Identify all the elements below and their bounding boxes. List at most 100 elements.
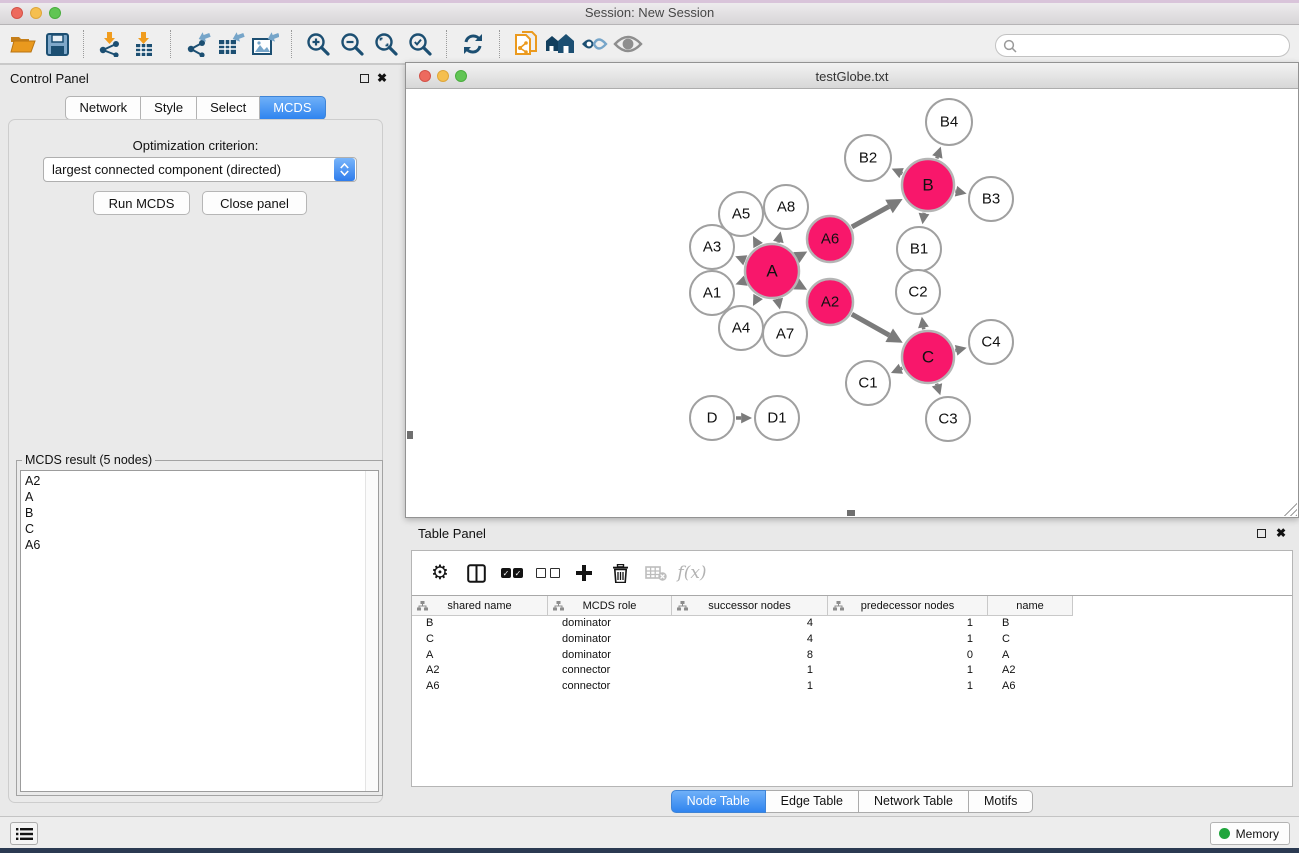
cell-shared-name[interactable]: B	[412, 616, 548, 632]
table-row[interactable]: Cdominator41C	[412, 632, 1292, 648]
deselect-all-columns-icon[interactable]	[530, 558, 566, 588]
tab-style[interactable]: Style	[141, 96, 197, 120]
node-label-A8: A8	[777, 199, 795, 216]
cell-MCDS-role[interactable]: connector	[548, 679, 672, 695]
column-header-MCDS-role[interactable]: MCDS role	[548, 596, 672, 616]
show-graphics-details-icon[interactable]	[577, 29, 611, 59]
memory-button[interactable]: Memory	[1210, 822, 1290, 845]
cell-shared-name[interactable]: C	[412, 632, 548, 648]
network-window-titlebar[interactable]: testGlobe.txt	[406, 63, 1298, 89]
delete-column-icon[interactable]	[602, 558, 638, 588]
task-history-button[interactable]	[10, 822, 38, 845]
optimization-criterion-dropdown[interactable]: largest connected component (directed)	[43, 157, 357, 182]
cell-successor-nodes[interactable]: 1	[672, 663, 828, 679]
search-input[interactable]	[1021, 39, 1289, 53]
mcds-result-item[interactable]: B	[21, 505, 378, 521]
column-header-successor-nodes[interactable]: successor nodes	[672, 596, 828, 616]
scrollbar-track[interactable]	[365, 471, 378, 791]
cell-predecessor-nodes[interactable]: 1	[828, 663, 988, 679]
tab-mcds[interactable]: MCDS	[260, 96, 325, 120]
edge-A2-C[interactable]	[852, 314, 889, 335]
tab-network[interactable]: Network	[65, 96, 141, 120]
cell-successor-nodes[interactable]: 4	[672, 632, 828, 648]
network-view-window: testGlobe.txt B4B2BB3A5A8A6A3B1AC2A1A2A4…	[405, 62, 1299, 518]
resize-handle-bottom[interactable]	[847, 510, 855, 516]
column-header-shared-name[interactable]: shared name	[412, 596, 548, 616]
cell-name[interactable]: A6	[988, 679, 1073, 695]
window-top-edge	[0, 0, 1299, 3]
tab-select[interactable]: Select	[197, 96, 260, 120]
mcds-result-item[interactable]: A2	[21, 473, 378, 489]
cell-shared-name[interactable]: A6	[412, 679, 548, 695]
cell-name[interactable]: A2	[988, 663, 1073, 679]
desktop-edge	[0, 848, 1299, 853]
select-all-columns-icon[interactable]: ✓✓	[494, 558, 530, 588]
node-label-A7: A7	[776, 326, 794, 343]
table-toolbar: ⚙ ✓✓ f(x)	[412, 551, 1292, 595]
network-canvas[interactable]: B4B2BB3A5A8A6A3B1AC2A1A2A4A7C4CC1C3DD1	[406, 89, 1298, 517]
column-header-predecessor-nodes[interactable]: predecessor nodes	[828, 596, 988, 616]
network-title: testGlobe.txt	[406, 69, 1298, 84]
resize-handle-left[interactable]	[407, 431, 413, 439]
mcds-result-item[interactable]: A	[21, 489, 378, 505]
export-network-icon[interactable]	[180, 29, 214, 59]
table-row[interactable]: Adominator80A	[412, 648, 1292, 664]
new-network-from-selection-icon[interactable]	[509, 29, 543, 59]
float-table-panel-icon[interactable]	[1255, 527, 1267, 539]
table-row[interactable]: A6connector11A6	[412, 679, 1292, 695]
tab-node-table[interactable]: Node Table	[671, 790, 766, 813]
float-panel-icon[interactable]	[358, 72, 370, 84]
cell-predecessor-nodes[interactable]: 1	[828, 679, 988, 695]
import-network-icon[interactable]	[93, 29, 127, 59]
cell-name[interactable]: B	[988, 616, 1073, 632]
split-panel-icon[interactable]	[458, 558, 494, 588]
cell-successor-nodes[interactable]: 4	[672, 616, 828, 632]
zoom-fit-icon[interactable]	[369, 29, 403, 59]
mcds-result-title: MCDS result (5 nodes)	[22, 453, 155, 467]
cell-name[interactable]: C	[988, 632, 1073, 648]
tab-network-table[interactable]: Network Table	[859, 790, 969, 813]
close-panel-button[interactable]: Close panel	[202, 191, 307, 215]
table-settings-gear-icon[interactable]: ⚙	[422, 558, 458, 588]
open-session-icon[interactable]	[6, 29, 40, 59]
node-label-C4: C4	[981, 334, 1000, 351]
mcds-result-item[interactable]: C	[21, 521, 378, 537]
zoom-in-icon[interactable]	[301, 29, 335, 59]
add-column-icon[interactable]	[566, 558, 602, 588]
cell-predecessor-nodes[interactable]: 0	[828, 648, 988, 664]
cell-MCDS-role[interactable]: dominator	[548, 648, 672, 664]
edge-C-C1[interactable]	[901, 368, 902, 369]
close-table-panel-icon[interactable]: ✖	[1275, 527, 1287, 539]
refresh-icon[interactable]	[456, 29, 490, 59]
run-mcds-button[interactable]: Run MCDS	[93, 191, 190, 215]
cell-successor-nodes[interactable]: 1	[672, 679, 828, 695]
table-row[interactable]: Bdominator41B	[412, 616, 1292, 632]
zoom-selected-icon[interactable]	[403, 29, 437, 59]
cell-successor-nodes[interactable]: 8	[672, 648, 828, 664]
mcds-result-item[interactable]: A6	[21, 537, 378, 553]
tab-motifs[interactable]: Motifs	[969, 790, 1033, 813]
cell-MCDS-role[interactable]: connector	[548, 663, 672, 679]
node-label-B: B	[922, 176, 933, 195]
cell-predecessor-nodes[interactable]: 1	[828, 616, 988, 632]
export-table-icon[interactable]	[214, 29, 248, 59]
column-header-name[interactable]: name	[988, 596, 1073, 616]
cell-shared-name[interactable]: A2	[412, 663, 548, 679]
export-image-icon[interactable]	[248, 29, 282, 59]
cell-name[interactable]: A	[988, 648, 1073, 664]
cell-MCDS-role[interactable]: dominator	[548, 632, 672, 648]
edge-A6-B[interactable]	[852, 206, 889, 226]
zoom-out-icon[interactable]	[335, 29, 369, 59]
tab-edge-table[interactable]: Edge Table	[766, 790, 859, 813]
apply-layout-icon[interactable]	[543, 29, 577, 59]
save-session-icon[interactable]	[40, 29, 74, 59]
cell-MCDS-role[interactable]: dominator	[548, 616, 672, 632]
cell-shared-name[interactable]: A	[412, 648, 548, 664]
search-box[interactable]	[995, 34, 1290, 57]
cell-predecessor-nodes[interactable]: 1	[828, 632, 988, 648]
birds-eye-view-icon[interactable]	[611, 29, 645, 59]
table-row[interactable]: A2connector11A2	[412, 663, 1292, 679]
toolbar-separator	[446, 30, 447, 58]
close-panel-icon[interactable]: ✖	[376, 72, 388, 84]
import-table-icon[interactable]	[127, 29, 161, 59]
